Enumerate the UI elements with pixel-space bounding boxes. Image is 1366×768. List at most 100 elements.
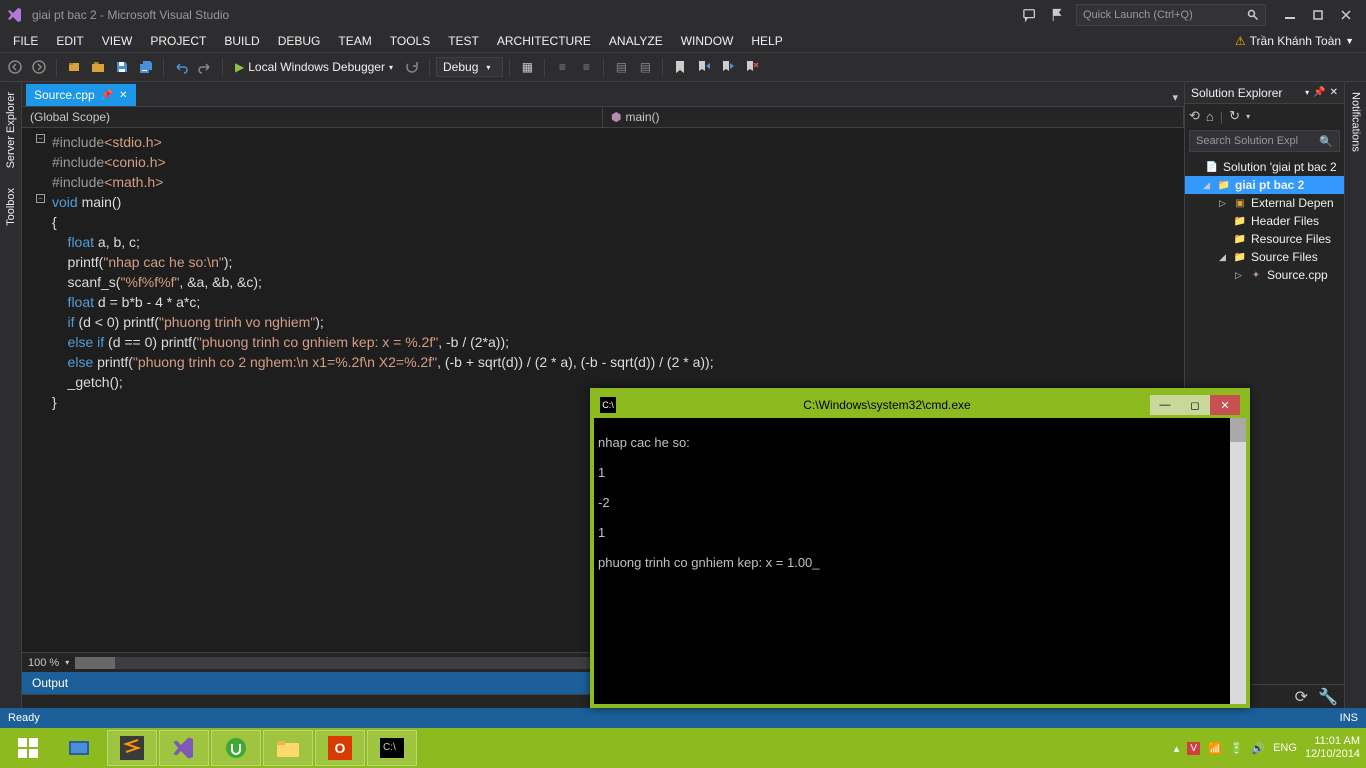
- redo-button[interactable]: [194, 56, 216, 78]
- battery-icon[interactable]: 🔋: [1230, 742, 1244, 755]
- console-scroll-thumb[interactable]: [1230, 418, 1246, 442]
- wifi-icon[interactable]: 📶: [1208, 742, 1222, 755]
- warning-icon: ⚠: [1235, 34, 1246, 48]
- toolbar-icon-2[interactable]: ≡: [551, 56, 573, 78]
- bookmark-next-button[interactable]: [717, 56, 739, 78]
- member-dropdown[interactable]: ⬢main(): [603, 107, 1184, 127]
- tabs-dropdown-icon[interactable]: ▾: [1166, 89, 1184, 106]
- menu-edit[interactable]: EDIT: [47, 32, 92, 50]
- bookmark-button[interactable]: [669, 56, 691, 78]
- home-icon[interactable]: ⌂: [1206, 109, 1214, 124]
- console-close-button[interactable]: ✕: [1210, 395, 1240, 415]
- feedback-icon[interactable]: [1018, 3, 1042, 27]
- tray-chevron-up-icon[interactable]: ▴: [1174, 742, 1180, 755]
- task-item-utorrent[interactable]: [211, 730, 261, 766]
- solution-explorer-header[interactable]: Solution Explorer ▾ 📌 ✕: [1185, 82, 1344, 104]
- menu-window[interactable]: WINDOW: [672, 32, 743, 50]
- tree-external[interactable]: ▷▣External Depen: [1185, 194, 1344, 212]
- close-tab-icon[interactable]: ✕: [119, 90, 127, 101]
- save-all-button[interactable]: [135, 56, 157, 78]
- task-item-explorer[interactable]: [263, 730, 313, 766]
- pin-icon[interactable]: 📌: [1313, 87, 1325, 98]
- notifications-flag-icon[interactable]: [1046, 3, 1070, 27]
- console-maximize-button[interactable]: ◻: [1180, 395, 1210, 415]
- nav-fwd-button[interactable]: [28, 56, 50, 78]
- tray-icon-v[interactable]: V: [1187, 742, 1200, 755]
- task-item-office[interactable]: O: [315, 730, 365, 766]
- toolbar-icon-1[interactable]: ▦: [516, 56, 538, 78]
- scroll-thumb[interactable]: [75, 657, 115, 669]
- tree-sources[interactable]: ◢📁Source Files: [1185, 248, 1344, 266]
- zoom-level[interactable]: 100 %: [28, 657, 59, 669]
- menu-help[interactable]: HELP: [742, 32, 791, 50]
- fold-icon[interactable]: −: [36, 134, 45, 143]
- toolbar-icon-5[interactable]: ▤: [634, 56, 656, 78]
- toolbar-icon-4[interactable]: ▤: [610, 56, 632, 78]
- clock[interactable]: 11:01 AM 12/10/2014: [1305, 735, 1360, 761]
- toolbar-icon-3[interactable]: ≡: [575, 56, 597, 78]
- wrench-icon[interactable]: 🔧: [1318, 687, 1338, 707]
- tree-solution[interactable]: 📄Solution 'giai pt bac 2: [1185, 158, 1344, 176]
- tab-source-cpp[interactable]: Source.cpp 📌 ✕: [26, 84, 136, 106]
- tree-resources[interactable]: 📁Resource Files: [1185, 230, 1344, 248]
- menu-tools[interactable]: TOOLS: [381, 32, 439, 50]
- menu-team[interactable]: TEAM: [329, 32, 380, 50]
- tree-project[interactable]: ◢📁giai pt bac 2: [1185, 176, 1344, 194]
- scope-dropdown[interactable]: (Global Scope): [22, 107, 603, 127]
- refresh-icon[interactable]: ⟳: [1295, 687, 1308, 707]
- console-body[interactable]: nhap cac he so: 1 -2 1 phuong trinh co g…: [594, 418, 1246, 704]
- console-minimize-button[interactable]: —: [1150, 395, 1180, 415]
- menu-build[interactable]: BUILD: [215, 32, 268, 50]
- console-line: -2: [598, 495, 1242, 510]
- bookmark-prev-button[interactable]: [693, 56, 715, 78]
- nav-bar: (Global Scope) ⬢main(): [22, 106, 1184, 128]
- language-indicator[interactable]: ENG: [1273, 742, 1297, 754]
- pin-icon[interactable]: 📌: [101, 90, 113, 101]
- fold-icon[interactable]: −: [36, 194, 45, 203]
- minimize-button[interactable]: [1276, 5, 1304, 25]
- sync-icon[interactable]: ↻: [1229, 108, 1240, 124]
- task-item-sublime[interactable]: [107, 730, 157, 766]
- start-debugger-button[interactable]: ▶ Local Windows Debugger ▾: [229, 56, 399, 78]
- tab-toolbox[interactable]: Toolbox: [3, 182, 19, 232]
- tree-headers[interactable]: 📁Header Files: [1185, 212, 1344, 230]
- chevron-down-icon[interactable]: ▾: [1246, 112, 1250, 121]
- taskbar: O C:\ ▴ V 📶 🔋 🔊 ENG 11:01 AM 12/10/2014: [0, 728, 1366, 768]
- config-dropdown[interactable]: Debug ▾: [436, 57, 503, 77]
- solution-search-input[interactable]: Search Solution Expl 🔍: [1189, 130, 1340, 152]
- task-item-cmd[interactable]: C:\: [367, 730, 417, 766]
- volume-icon[interactable]: 🔊: [1251, 742, 1265, 755]
- nav-back-button[interactable]: [4, 56, 26, 78]
- menu-architecture[interactable]: ARCHITECTURE: [488, 32, 600, 50]
- back-icon[interactable]: ⟲: [1189, 108, 1200, 124]
- new-project-button[interactable]: [63, 56, 85, 78]
- quick-launch-input[interactable]: Quick Launch (Ctrl+Q): [1076, 4, 1266, 26]
- refresh-button[interactable]: [401, 56, 423, 78]
- save-button[interactable]: [111, 56, 133, 78]
- open-file-button[interactable]: [87, 56, 109, 78]
- console-window[interactable]: C:\ C:\Windows\system32\cmd.exe — ◻ ✕ nh…: [590, 388, 1250, 708]
- tab-notifications[interactable]: Notifications: [1348, 86, 1364, 158]
- close-button[interactable]: [1332, 5, 1360, 25]
- bookmark-clear-button[interactable]: [741, 56, 763, 78]
- task-item-1[interactable]: [55, 730, 105, 766]
- menu-analyze[interactable]: ANALYZE: [600, 32, 672, 50]
- console-scrollbar[interactable]: [1230, 418, 1246, 704]
- tab-server-explorer[interactable]: Server Explorer: [3, 86, 19, 174]
- maximize-button[interactable]: [1304, 5, 1332, 25]
- chevron-down-icon[interactable]: ▾: [65, 658, 69, 667]
- menu-file[interactable]: FILE: [4, 32, 47, 50]
- menu-test[interactable]: TEST: [439, 32, 488, 50]
- user-account[interactable]: ⚠ Trần Khánh Toàn ▼: [1235, 34, 1362, 48]
- search-placeholder: Search Solution Expl: [1196, 135, 1298, 147]
- menu-project[interactable]: PROJECT: [141, 32, 215, 50]
- tree-source-file[interactable]: ▷✦Source.cpp: [1185, 266, 1344, 284]
- start-button[interactable]: [3, 730, 53, 766]
- undo-button[interactable]: [170, 56, 192, 78]
- menu-view[interactable]: VIEW: [93, 32, 142, 50]
- chevron-down-icon[interactable]: ▾: [1305, 88, 1309, 97]
- task-item-vs[interactable]: [159, 730, 209, 766]
- menu-debug[interactable]: DEBUG: [269, 32, 330, 50]
- close-icon[interactable]: ✕: [1330, 87, 1338, 98]
- console-titlebar[interactable]: C:\ C:\Windows\system32\cmd.exe — ◻ ✕: [594, 392, 1246, 418]
